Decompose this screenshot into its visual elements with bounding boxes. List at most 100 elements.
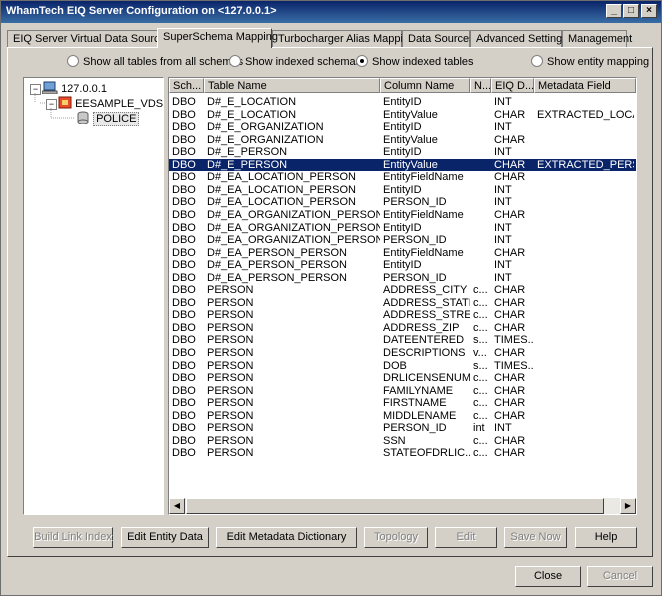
column-header-column-name[interactable]: Column Name — [380, 78, 470, 93]
cell-metadata-field — [537, 322, 634, 335]
table-row[interactable]: DBO PERSON SSN c... CHAR — [169, 435, 636, 448]
build-link-index-button[interactable]: Build Link Index — [33, 527, 113, 548]
table-row[interactable]: DBO PERSON ADDRESS_CITY c... CHAR — [169, 284, 636, 297]
cell-metadata-field — [537, 284, 634, 297]
cell-eiq-datatype: INT — [494, 221, 512, 234]
table-row[interactable]: DBO PERSON ADDRESS_ZIP c... CHAR — [169, 322, 636, 335]
cell-table-name: D#_EA_LOCATION_PERSON — [207, 183, 356, 196]
tree-node-vds[interactable]: EESAMPLE_VDS — [58, 96, 163, 110]
server-tree[interactable]: − 127.0.0.1 − EESAMPLE_VDS POLICE — [23, 77, 164, 515]
cell-eiq-datatype: INT — [494, 259, 512, 272]
table-row[interactable]: DBO PERSON MIDDLENAME c... CHAR — [169, 410, 636, 423]
table-row[interactable]: DBO PERSON DRLICENSENUM c... CHAR — [169, 372, 636, 385]
tab-turbocharger-alias-mapping[interactable]: Turbocharger Alias Mapping — [272, 30, 415, 47]
cell-eiq-datatype: CHAR — [494, 447, 526, 460]
tab-management[interactable]: Management — [562, 30, 632, 47]
scroll-left-icon[interactable]: ◀ — [169, 498, 185, 514]
maximize-icon[interactable]: □ — [623, 4, 639, 18]
cell-table-name: D#_EA_PERSON_PERSON — [207, 271, 347, 284]
column-header-eiq-datatype[interactable]: EIQ D... — [491, 78, 534, 93]
cell-native-type — [473, 234, 491, 247]
cell-native-type: s... — [473, 334, 488, 347]
column-header-table-name[interactable]: Table Name — [204, 78, 380, 93]
cell-schema: DBO — [172, 321, 196, 334]
table-row[interactable]: DBO D#_EA_PERSON_PERSON EntityFieldName CHA… — [169, 247, 636, 260]
cell-eiq-datatype: CHAR — [494, 284, 526, 297]
save-now-button[interactable]: Save Now — [504, 527, 567, 548]
scroll-thumb[interactable] — [186, 498, 604, 514]
radio-circle — [531, 55, 543, 67]
radio-show-indexed-tables[interactable]: Show indexed tables — [356, 55, 474, 69]
table-row[interactable]: DBO D#_EA_ORGANIZATION_PERSON PERSON_ID INT — [169, 234, 636, 247]
close-button[interactable]: Close — [515, 566, 581, 587]
radio-show-entity-mapping[interactable]: Show entity mapping — [531, 55, 649, 69]
table-row[interactable]: DBO D#_EA_ORGANIZATION_PERSON EntityFieldN… — [169, 209, 636, 222]
cell-schema: DBO — [172, 146, 196, 159]
tab-data-sources[interactable]: Data Sources — [402, 30, 475, 47]
grid-header: Sch... Table Name Column Name N... EIQ D… — [169, 78, 636, 94]
cell-eiq-datatype: TIMES... — [494, 334, 534, 347]
table-row[interactable]: DBO D#_EA_ORGANIZATION_PERSON EntityID INT — [169, 222, 636, 235]
table-row[interactable]: DBO PERSON FAMILYNAME c... CHAR — [169, 385, 636, 398]
table-row[interactable]: DBO PERSON DOB s... TIMES... — [169, 360, 636, 373]
table-row[interactable]: DBO D#_E_ORGANIZATION EntityID INT — [169, 121, 636, 134]
table-row[interactable]: DBO D#_E_PERSON EntityID INT — [169, 146, 636, 159]
cell-column-name: EntityID — [383, 96, 422, 108]
close-icon[interactable]: × — [641, 4, 657, 18]
radio-show-indexed-schemas[interactable]: Show indexed schemas — [229, 55, 361, 69]
cell-metadata-field — [537, 247, 634, 260]
table-row[interactable]: DBO PERSON DATEENTERED s... TIMES... — [169, 334, 636, 347]
column-header-metadata-field[interactable]: Metadata Field — [534, 78, 636, 93]
cell-schema: DBO — [172, 309, 196, 322]
table-row[interactable]: DBO D#_EA_LOCATION_PERSON PERSON_ID INT — [169, 196, 636, 209]
column-header-native-type[interactable]: N... — [470, 78, 491, 93]
radio-show-all-tables[interactable]: Show all tables from all schemas — [67, 55, 243, 69]
table-row[interactable]: DBO PERSON PERSON_ID int INT — [169, 422, 636, 435]
edit-button[interactable]: Edit — [435, 527, 497, 548]
collapse-icon[interactable]: − — [46, 99, 57, 110]
table-row[interactable]: DBO D#_E_LOCATION EntityID INT — [169, 96, 636, 109]
cell-native-type — [473, 184, 491, 197]
table-row[interactable]: DBO PERSON ADDRESS_STRE...c... CHAR — [169, 309, 636, 322]
tab-advanced-settings[interactable]: Advanced Settings — [470, 30, 568, 47]
table-row[interactable]: DBO D#_EA_PERSON_PERSON EntityID INT — [169, 259, 636, 272]
cell-schema: DBO — [172, 158, 196, 171]
minimize-icon[interactable]: _ — [606, 4, 622, 18]
cell-column-name: EntityValue — [383, 108, 438, 121]
cell-native-type: c... — [473, 372, 488, 385]
help-button[interactable]: Help — [575, 527, 637, 548]
table-row[interactable]: DBO D#_E_LOCATION EntityValue CHAR EXTRACTED… — [169, 109, 636, 122]
tab-eiq-server-virtual-data-sources[interactable]: EIQ Server Virtual Data Sources — [7, 30, 171, 47]
scroll-right-icon[interactable]: ▶ — [620, 498, 636, 514]
table-row[interactable]: DBO D#_EA_LOCATION_PERSON EntityFieldName C… — [169, 171, 636, 184]
collapse-icon[interactable]: − — [30, 84, 41, 95]
tree-node-server[interactable]: 127.0.0.1 — [41, 81, 107, 95]
table-row[interactable]: DBO PERSON STATEOFDRLIC... c... CHAR — [169, 447, 636, 460]
edit-entity-data-button[interactable]: Edit Entity Data — [121, 527, 209, 548]
title-bar[interactable]: WhamTech EIQ Server Configuration on <12… — [1, 1, 661, 23]
table-row[interactable]: DBO PERSON DESCRIPTIONS v... CHAR — [169, 347, 636, 360]
tab-superschema-mapping[interactable]: SuperSchema Mapping — [157, 28, 278, 48]
cell-table-name: PERSON — [207, 284, 254, 297]
table-row[interactable]: DBO D#_E_ORGANIZATION EntityValue CHAR — [169, 134, 636, 147]
cell-native-type: int — [473, 422, 485, 435]
cell-metadata-field — [537, 222, 634, 235]
table-row[interactable]: DBO D#_EA_LOCATION_PERSON EntityID INT — [169, 184, 636, 197]
edit-metadata-dictionary-button[interactable]: Edit Metadata Dictionary — [216, 527, 357, 548]
mapping-grid[interactable]: Sch... Table Name Column Name N... EIQ D… — [168, 77, 637, 515]
column-header-schema[interactable]: Sch... — [169, 78, 204, 93]
topology-button[interactable]: Topology — [364, 527, 428, 548]
table-row[interactable]: DBO D#_E_PERSON EntityValue CHAR EXTRACTED_P… — [169, 158, 636, 172]
cell-column-name: ADDRESS_ZIP — [383, 321, 460, 334]
cell-eiq-datatype: CHAR — [494, 208, 526, 221]
tree-node-police[interactable]: POLICE — [76, 111, 140, 126]
cell-schema: DBO — [172, 133, 196, 146]
table-row[interactable]: DBO PERSON ADDRESS_STATE c... CHAR — [169, 297, 636, 310]
horizontal-scrollbar[interactable]: ◀ ▶ — [169, 498, 636, 514]
table-row[interactable]: DBO PERSON FIRSTNAME c... CHAR — [169, 397, 636, 410]
cancel-button[interactable]: Cancel — [587, 566, 653, 587]
cell-table-name: PERSON — [207, 447, 254, 460]
cell-eiq-datatype: INT — [494, 146, 512, 159]
table-row[interactable]: DBO D#_EA_PERSON_PERSON PERSON_ID INT — [169, 272, 636, 285]
cell-table-name: D#_EA_ORGANIZATION_PERSON — [207, 221, 380, 234]
